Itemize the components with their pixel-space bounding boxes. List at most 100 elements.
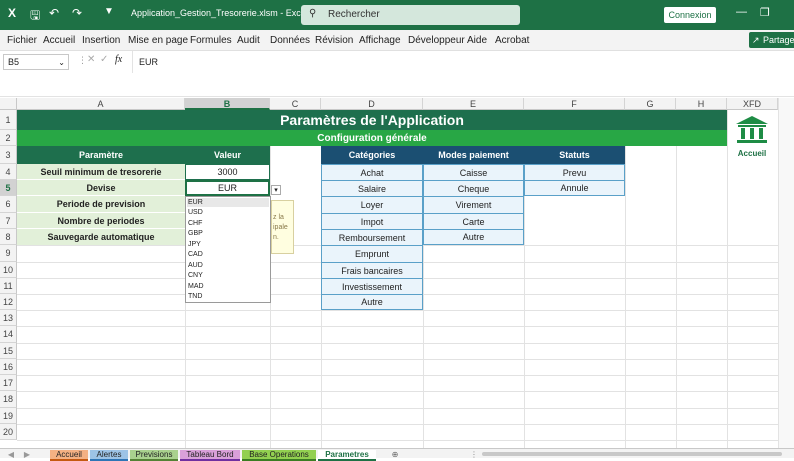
menu-formules[interactable]: Formules bbox=[190, 35, 232, 46]
confirm-icon[interactable]: ✓ bbox=[100, 54, 108, 65]
gridline bbox=[727, 110, 728, 448]
row-header-12[interactable]: 12 bbox=[0, 294, 17, 310]
row-header-1[interactable]: 1 bbox=[0, 110, 17, 130]
row-header-20[interactable]: 20 bbox=[0, 424, 17, 440]
category-cell[interactable]: Investissement bbox=[321, 278, 423, 295]
dropdown-option[interactable]: JPY bbox=[188, 241, 201, 248]
category-cell[interactable]: Autre bbox=[321, 294, 423, 310]
column-header-c[interactable]: C bbox=[270, 98, 321, 110]
menu-accueil[interactable]: Accueil bbox=[43, 35, 75, 46]
dropdown-option[interactable]: MAD bbox=[188, 283, 204, 290]
row-header-19[interactable]: 19 bbox=[0, 408, 17, 424]
column-header-a[interactable]: A bbox=[17, 98, 185, 110]
function-icon[interactable]: fx bbox=[115, 54, 122, 65]
menu-insertion[interactable]: Insertion bbox=[82, 35, 120, 46]
row-header-2[interactable]: 2 bbox=[0, 130, 17, 146]
category-cell[interactable]: Salaire bbox=[321, 180, 423, 197]
menu-developpeur[interactable]: Développeur bbox=[408, 35, 465, 46]
minimize-icon[interactable]: — bbox=[736, 6, 747, 18]
dropdown-arrow-icon[interactable]: ▾ bbox=[271, 185, 281, 195]
menu-donnees[interactable]: Données bbox=[270, 35, 310, 46]
tab-alertes[interactable]: Alertes bbox=[90, 450, 128, 461]
column-header-f[interactable]: F bbox=[524, 98, 625, 110]
redo-icon[interactable]: ↷ bbox=[72, 6, 82, 20]
select-all-corner[interactable] bbox=[0, 98, 17, 110]
search-box[interactable]: ⚲ Rechercher bbox=[301, 5, 520, 25]
menu-revision[interactable]: Révision bbox=[315, 35, 353, 46]
row-header-10[interactable]: 10 bbox=[0, 262, 17, 278]
save-icon[interactable]: 🖫 bbox=[30, 6, 40, 27]
tab-base-operations[interactable]: Base Operations bbox=[242, 450, 316, 461]
tab-tableau-bord[interactable]: Tableau Bord bbox=[180, 450, 240, 461]
column-header-b[interactable]: B bbox=[185, 98, 270, 110]
row-header-14[interactable]: 14 bbox=[0, 326, 17, 343]
menu-fichier[interactable]: Fichier bbox=[7, 35, 37, 46]
menu-acrobat[interactable]: Acrobat bbox=[495, 35, 529, 46]
undo-icon[interactable]: ↶ bbox=[49, 6, 59, 20]
formula-input[interactable]: EUR bbox=[132, 51, 794, 73]
gridline bbox=[17, 326, 778, 327]
column-header-xfd[interactable]: XFD bbox=[727, 98, 778, 110]
vertical-scrollbar[interactable] bbox=[778, 98, 794, 448]
dropdown-option[interactable]: CNY bbox=[188, 272, 203, 279]
row-header-13[interactable]: 13 bbox=[0, 310, 17, 326]
connexion-button[interactable]: Connexion bbox=[664, 7, 716, 23]
payment-mode-cell[interactable]: Virement bbox=[423, 196, 524, 214]
column-header-h[interactable]: H bbox=[676, 98, 727, 110]
param-value-cell[interactable]: 3000 bbox=[185, 164, 270, 180]
menu-mise-en-page[interactable]: Mise en page bbox=[128, 35, 188, 46]
param-header: Paramètre bbox=[17, 146, 185, 164]
currency-dropdown-list[interactable]: EUR USD CHF GBP JPY CAD AUD CNY MAD TND bbox=[185, 196, 271, 303]
row-header-4[interactable]: 4 bbox=[0, 164, 17, 180]
share-button[interactable]: ↗ Partager bbox=[749, 32, 794, 48]
category-cell[interactable]: Impot bbox=[321, 213, 423, 230]
dropdown-option[interactable]: TND bbox=[188, 293, 202, 300]
row-header-16[interactable]: 16 bbox=[0, 359, 17, 375]
category-cell[interactable]: Achat bbox=[321, 164, 423, 181]
row-header-8[interactable]: 8 bbox=[0, 229, 17, 245]
chevron-down-icon[interactable]: ⌄ bbox=[58, 55, 65, 70]
category-cell[interactable]: Remboursement bbox=[321, 229, 423, 246]
payment-mode-cell[interactable]: Carte bbox=[423, 213, 524, 230]
column-header-d[interactable]: D bbox=[321, 98, 423, 110]
gridline bbox=[625, 110, 626, 448]
row-header-17[interactable]: 17 bbox=[0, 375, 17, 391]
status-cell[interactable]: Prevu bbox=[524, 164, 625, 181]
restore-icon[interactable]: ❐ bbox=[760, 6, 770, 19]
customize-quick-access-icon[interactable]: ▼ bbox=[104, 6, 114, 17]
column-header-g[interactable]: G bbox=[625, 98, 676, 110]
home-button[interactable]: Accueil bbox=[732, 114, 772, 160]
dropdown-option[interactable]: USD bbox=[188, 209, 203, 216]
row-header-5[interactable]: 5 bbox=[0, 180, 17, 196]
row-header-11[interactable]: 11 bbox=[0, 278, 17, 294]
horizontal-scrollbar[interactable] bbox=[482, 452, 782, 456]
dropdown-option[interactable]: CAD bbox=[188, 251, 203, 258]
row-header-15[interactable]: 15 bbox=[0, 343, 17, 359]
menu-audit[interactable]: Audit bbox=[237, 35, 260, 46]
name-box[interactable]: B5 ⌄ bbox=[3, 54, 69, 70]
status-cell[interactable]: Annule bbox=[524, 180, 625, 196]
row-header-7[interactable]: 7 bbox=[0, 213, 17, 229]
row-header-9[interactable]: 9 bbox=[0, 245, 17, 262]
param-value-cell-selected[interactable]: EUR bbox=[185, 180, 270, 196]
row-header-18[interactable]: 18 bbox=[0, 391, 17, 408]
tab-parametres[interactable]: Parametres bbox=[318, 450, 376, 461]
payment-mode-cell[interactable]: Autre bbox=[423, 229, 524, 245]
menu-affichage[interactable]: Affichage bbox=[359, 35, 401, 46]
category-cell[interactable]: Loyer bbox=[321, 196, 423, 214]
dropdown-option[interactable]: GBP bbox=[188, 230, 203, 237]
dropdown-option[interactable]: AUD bbox=[188, 262, 203, 269]
dropdown-option[interactable]: CHF bbox=[188, 220, 202, 227]
payment-mode-cell[interactable]: Caisse bbox=[423, 164, 524, 181]
cancel-icon[interactable]: ✕ bbox=[87, 54, 95, 65]
payment-mode-cell[interactable]: Cheque bbox=[423, 180, 524, 197]
row-header-6[interactable]: 6 bbox=[0, 196, 17, 213]
menu-aide[interactable]: Aide bbox=[467, 35, 487, 46]
dropdown-option[interactable]: EUR bbox=[188, 199, 203, 206]
tab-accueil[interactable]: Accueil bbox=[50, 450, 88, 461]
column-header-e[interactable]: E bbox=[423, 98, 524, 110]
category-cell[interactable]: Emprunt bbox=[321, 245, 423, 263]
tab-previsions[interactable]: Previsions bbox=[130, 450, 178, 461]
category-cell[interactable]: Frais bancaires bbox=[321, 262, 423, 279]
row-header-3[interactable]: 3 bbox=[0, 146, 17, 164]
